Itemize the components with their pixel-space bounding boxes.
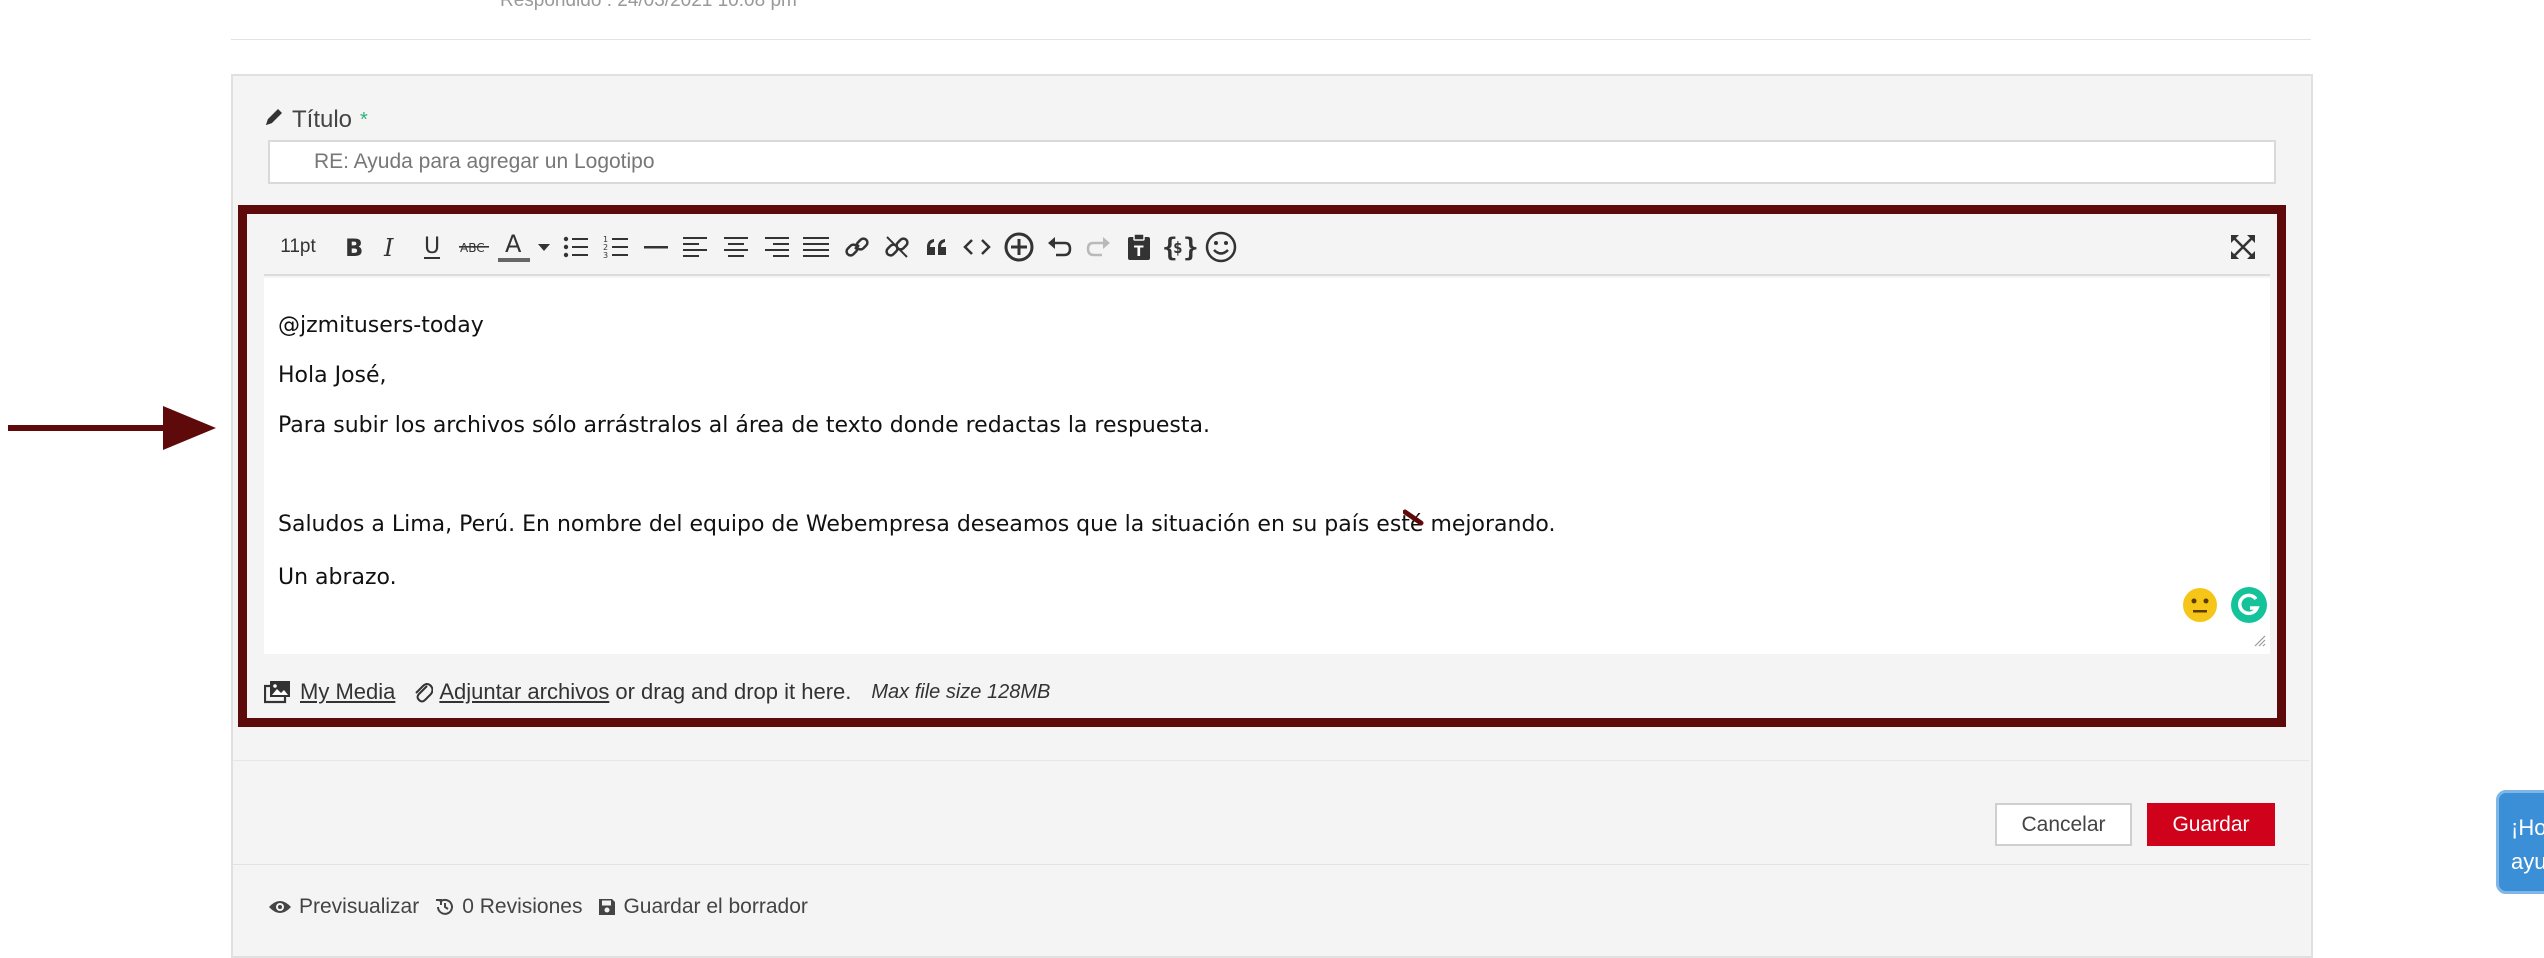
code-icon[interactable] [962,230,992,264]
strikethrough-icon[interactable]: ABC [457,230,491,264]
mention-line: @jzmitusers-today [278,313,484,338]
editor-content-area[interactable]: @jzmitusers-today Hola José, Para subir … [264,278,2270,654]
title-label: Título * [264,106,368,134]
underline-icon[interactable]: U [417,230,447,264]
redo-icon[interactable] [1084,230,1114,264]
paperclip-icon [413,680,434,704]
cursor-mark-icon [1402,509,1427,534]
responded-timestamp: Respondido : 24/03/2021 10:08 pm [500,0,797,11]
divider [231,39,2311,40]
max-file-size: Max file size 128MB [871,680,1051,703]
undo-icon[interactable] [1044,230,1074,264]
media-icon [264,680,292,704]
justify-icon[interactable] [801,230,831,264]
link-icon[interactable] [842,230,872,264]
history-icon [435,897,455,917]
bold-icon[interactable]: B [338,230,368,264]
bottom-actions-bar: Previsualizar 0 Revisiones Guardar el bo… [268,895,808,919]
editor-attachments-bar: My Media Adjuntar archivos or drag and d… [264,672,1050,712]
align-center-icon[interactable] [721,230,751,264]
drag-drop-hint: or drag and drop it here. [615,679,852,704]
italic-icon[interactable]: I [377,230,407,264]
svg-text:T: T [1134,244,1144,260]
insert-icon[interactable] [1002,230,1036,264]
regards-line: Saludos a Lima, Perú. En nombre del equi… [278,512,1556,537]
fullscreen-icon[interactable] [2226,230,2260,264]
grammarly-icon[interactable] [2230,586,2268,629]
instruction-line: Para subir los archivos sólo arrástralos… [278,413,1210,438]
preview-button[interactable]: Previsualizar [268,895,419,919]
svg-text:I: I [383,234,394,260]
pencil-icon [264,106,284,134]
unlink-icon[interactable] [882,230,912,264]
cancel-button[interactable]: Cancelar [1995,803,2132,846]
revisions-label: 0 Revisiones [462,895,583,918]
title-label-text: Título [292,106,353,133]
svg-text:ABC: ABC [460,241,485,255]
svg-text:B: B [345,234,363,260]
editor-toolbar: 11pt B I U ABC A 123 T {$} [264,218,2270,276]
my-media-link[interactable]: My Media [300,679,395,705]
closing-line: Un abrazo. [278,565,397,590]
svg-text:$: $ [1173,238,1183,257]
bullet-list-icon[interactable] [561,230,591,264]
divider [233,864,2309,865]
horizontal-rule-icon[interactable] [641,230,671,264]
floppy-disk-icon [598,898,616,916]
font-size-select[interactable]: 11pt [278,230,318,264]
svg-text:U: U [424,234,440,259]
save-draft-button[interactable]: Guardar el borrador [598,895,808,919]
emoji-icon[interactable] [1204,230,1238,264]
save-button[interactable]: Guardar [2147,803,2275,846]
revisions-button[interactable]: 0 Revisiones [435,895,582,919]
svg-text:}: } [1183,233,1198,262]
blockquote-icon[interactable] [922,230,952,264]
svg-text:3: 3 [603,251,608,259]
attach-files-link[interactable]: Adjuntar archivos [439,679,609,705]
paste-text-icon[interactable]: T [1124,230,1154,264]
text-color-icon[interactable]: A [497,230,531,264]
svg-text:A: A [505,230,522,258]
dropdown-caret-icon[interactable] [536,230,552,264]
divider [233,760,2309,761]
align-left-icon[interactable] [681,230,711,264]
preview-label: Previsualizar [299,895,420,918]
numbered-list-icon[interactable]: 123 [601,230,631,264]
required-mark: * [360,108,368,131]
align-right-icon[interactable] [761,230,791,264]
code-sample-icon[interactable]: {$} [1161,230,1199,264]
neutral-emoji-icon[interactable] [2181,586,2219,629]
title-input[interactable] [268,140,2276,184]
save-draft-label: Guardar el borrador [623,895,808,918]
annotation-arrow-icon [8,404,218,457]
resize-handle-icon[interactable] [2254,634,2266,652]
chat-widget[interactable]: ¡Ho ayu [2496,790,2544,894]
eye-icon [268,899,292,915]
greeting-line: Hola José, [278,363,387,388]
